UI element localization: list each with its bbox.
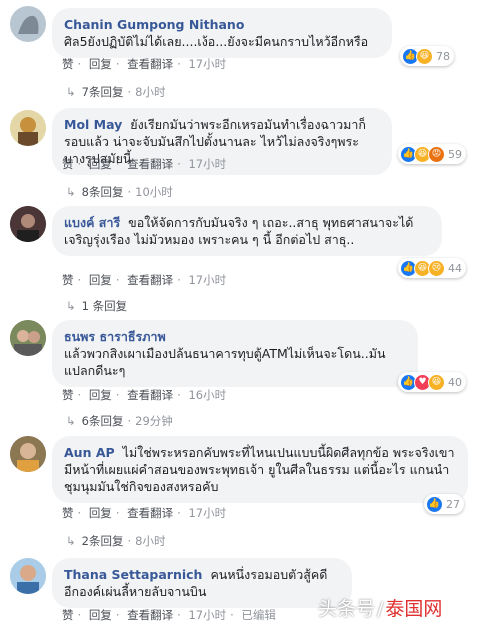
like-link[interactable]: 赞 [62, 157, 74, 171]
reply-link[interactable]: 回复 [89, 506, 112, 520]
view-replies[interactable]: ↳ 7条回复 · 8小时 [66, 84, 165, 100]
comment-bubble: Thana Settaparnich คนหนึ่งรอมอบตัวสู้คดี… [52, 558, 352, 608]
like-link[interactable]: 赞 [62, 388, 74, 402]
reply-link[interactable]: 回复 [89, 57, 112, 71]
reaction-count: 40 [448, 375, 462, 389]
replies-count[interactable]: 1 条回复 [82, 299, 127, 313]
replies-time: 29分钟 [135, 414, 173, 428]
replies-count[interactable]: 8条回复 [82, 185, 124, 199]
replies-time: 10小时 [135, 185, 173, 199]
comment-bubble: Chanin Gumpong Nithano ศิล5ยังปฏิบัติไม่… [52, 8, 392, 58]
reaction-summary[interactable]: 👍 ♥ 😆 40 [398, 372, 466, 392]
reply-link[interactable]: 回复 [89, 157, 112, 171]
replies-time: 8小时 [135, 534, 166, 548]
comment-text: ไม่ใช่พระหรอกคับพระที่ไหนเปนแบบนี้ผิดศีล… [64, 445, 455, 494]
comment-actions: 赞 · 回复 · 查看翻译 · 17小时 [62, 273, 227, 287]
comment-time[interactable]: 17小时 [188, 273, 226, 287]
comment-time[interactable]: 17小时 [188, 157, 226, 171]
avatar-image [10, 558, 46, 594]
like-link[interactable]: 赞 [62, 608, 74, 622]
comment-time[interactable]: 16小时 [188, 388, 226, 402]
comment-actions: 赞 · 回复 · 查看翻译 · 17小时 [62, 157, 227, 171]
comment-text: แล้วพวกสิงเผาเมืองปล้นธนาคารทุบตู้ATMไม่… [64, 346, 386, 378]
haha-icon: 😆 [416, 47, 433, 65]
avatar[interactable] [10, 6, 46, 42]
translate-link[interactable]: 查看翻译 [127, 57, 173, 71]
comment-bubble: ธนพร ธาราธีรภาพ แล้วพวกสิงเผาเมืองปล้นธน… [52, 320, 418, 387]
reaction-summary[interactable]: 👍 27 [424, 494, 464, 514]
watermark-source: 头条号 [318, 598, 376, 620]
comment-author[interactable]: Aun AP [64, 445, 115, 460]
avatar[interactable] [10, 320, 46, 356]
view-replies[interactable]: ↳ 2条回复 · 8小时 [66, 533, 165, 549]
reply-link[interactable]: 回复 [89, 388, 112, 402]
avatar-image [10, 436, 46, 472]
watermark-brand: 泰国网 [385, 598, 443, 620]
reaction-count: 44 [448, 261, 462, 275]
comment-author[interactable]: Chanin Gumpong Nithano [64, 17, 244, 32]
avatar-image [10, 206, 46, 242]
like-link[interactable]: 赞 [62, 506, 74, 520]
avatar-image [10, 320, 46, 356]
comment-author[interactable]: Mol May [64, 117, 122, 132]
avatar[interactable] [10, 558, 46, 594]
reaction-count: 59 [448, 147, 462, 161]
comment-actions: 赞 · 回复 · 查看翻译 · 17小时 [62, 57, 227, 71]
replies-count[interactable]: 6条回复 [82, 414, 124, 428]
reaction-summary[interactable]: 👍 😆 78 [400, 46, 454, 66]
reaction-count: 78 [436, 49, 450, 63]
translate-link[interactable]: 查看翻译 [127, 506, 173, 520]
comment-author[interactable]: แบงค์ สารี [64, 215, 120, 230]
comment-time[interactable]: 17小时 [188, 608, 226, 622]
view-replies[interactable]: ↳ 8条回复 · 10小时 [66, 184, 173, 200]
comment-text: ศิล5ยังปฏิบัติไม่ได้เลย....เง้อ...ยังจะม… [64, 34, 369, 49]
comment-actions: 赞 · 回复 · 查看翻译 · 17小时 [62, 506, 227, 520]
sad-icon: 😢 [428, 259, 445, 277]
watermark: 头条号 / 泰国网 [318, 594, 442, 621]
reply-arrow-icon: ↳ [66, 534, 76, 548]
translate-link[interactable]: 查看翻译 [127, 157, 173, 171]
like-link[interactable]: 赞 [62, 57, 74, 71]
comment-author[interactable]: Thana Settaparnich [64, 567, 202, 582]
view-replies[interactable]: ↳ 6条回复 · 29分钟 [66, 413, 173, 429]
reply-arrow-icon: ↳ [66, 414, 76, 428]
comment-author[interactable]: ธนพร ธาราธีรภาพ [64, 329, 166, 344]
reply-link[interactable]: 回复 [89, 273, 112, 287]
reply-arrow-icon: ↳ [66, 185, 76, 199]
avatar[interactable] [10, 110, 46, 146]
like-link[interactable]: 赞 [62, 273, 74, 287]
comment-bubble: แบงค์ สารี ขอให้จัดการกับมันจริง ๆ เถอะ.… [52, 206, 442, 256]
edited-label: 已编辑 [241, 608, 276, 622]
comment-time[interactable]: 17小时 [188, 57, 226, 71]
reply-arrow-icon: ↳ [66, 85, 76, 99]
replies-time: 8小时 [135, 85, 166, 99]
translate-link[interactable]: 查看翻译 [127, 388, 173, 402]
reaction-summary[interactable]: 👍 😆 😡 59 [398, 144, 466, 164]
watermark-slash: / [377, 598, 384, 620]
comment-bubble: Aun AP ไม่ใช่พระหรอกคับพระที่ไหนเปนแบบนี… [52, 436, 468, 503]
comment-time[interactable]: 17小时 [188, 506, 226, 520]
reply-arrow-icon: ↳ [66, 299, 76, 313]
avatar-image [10, 6, 46, 42]
avatar[interactable] [10, 436, 46, 472]
reply-link[interactable]: 回复 [89, 608, 112, 622]
haha-icon: 😆 [428, 373, 445, 391]
replies-count[interactable]: 2条回复 [82, 534, 124, 548]
reaction-count: 27 [446, 497, 460, 511]
translate-link[interactable]: 查看翻译 [127, 273, 173, 287]
avatar[interactable] [10, 206, 46, 242]
avatar-image [10, 110, 46, 146]
replies-count[interactable]: 7条回复 [82, 85, 124, 99]
like-icon: 👍 [426, 495, 443, 513]
comment-actions: 赞 · 回复 · 查看翻译 · 16小时 [62, 388, 227, 402]
reaction-summary[interactable]: 👍 😆 😢 44 [398, 258, 466, 278]
view-replies[interactable]: ↳ 1 条回复 [66, 298, 127, 314]
comment-actions: 赞 · 回复 · 查看翻译 · 17小时 · 已编辑 [62, 608, 276, 622]
angry-icon: 😡 [428, 145, 445, 163]
translate-link[interactable]: 查看翻译 [127, 608, 173, 622]
